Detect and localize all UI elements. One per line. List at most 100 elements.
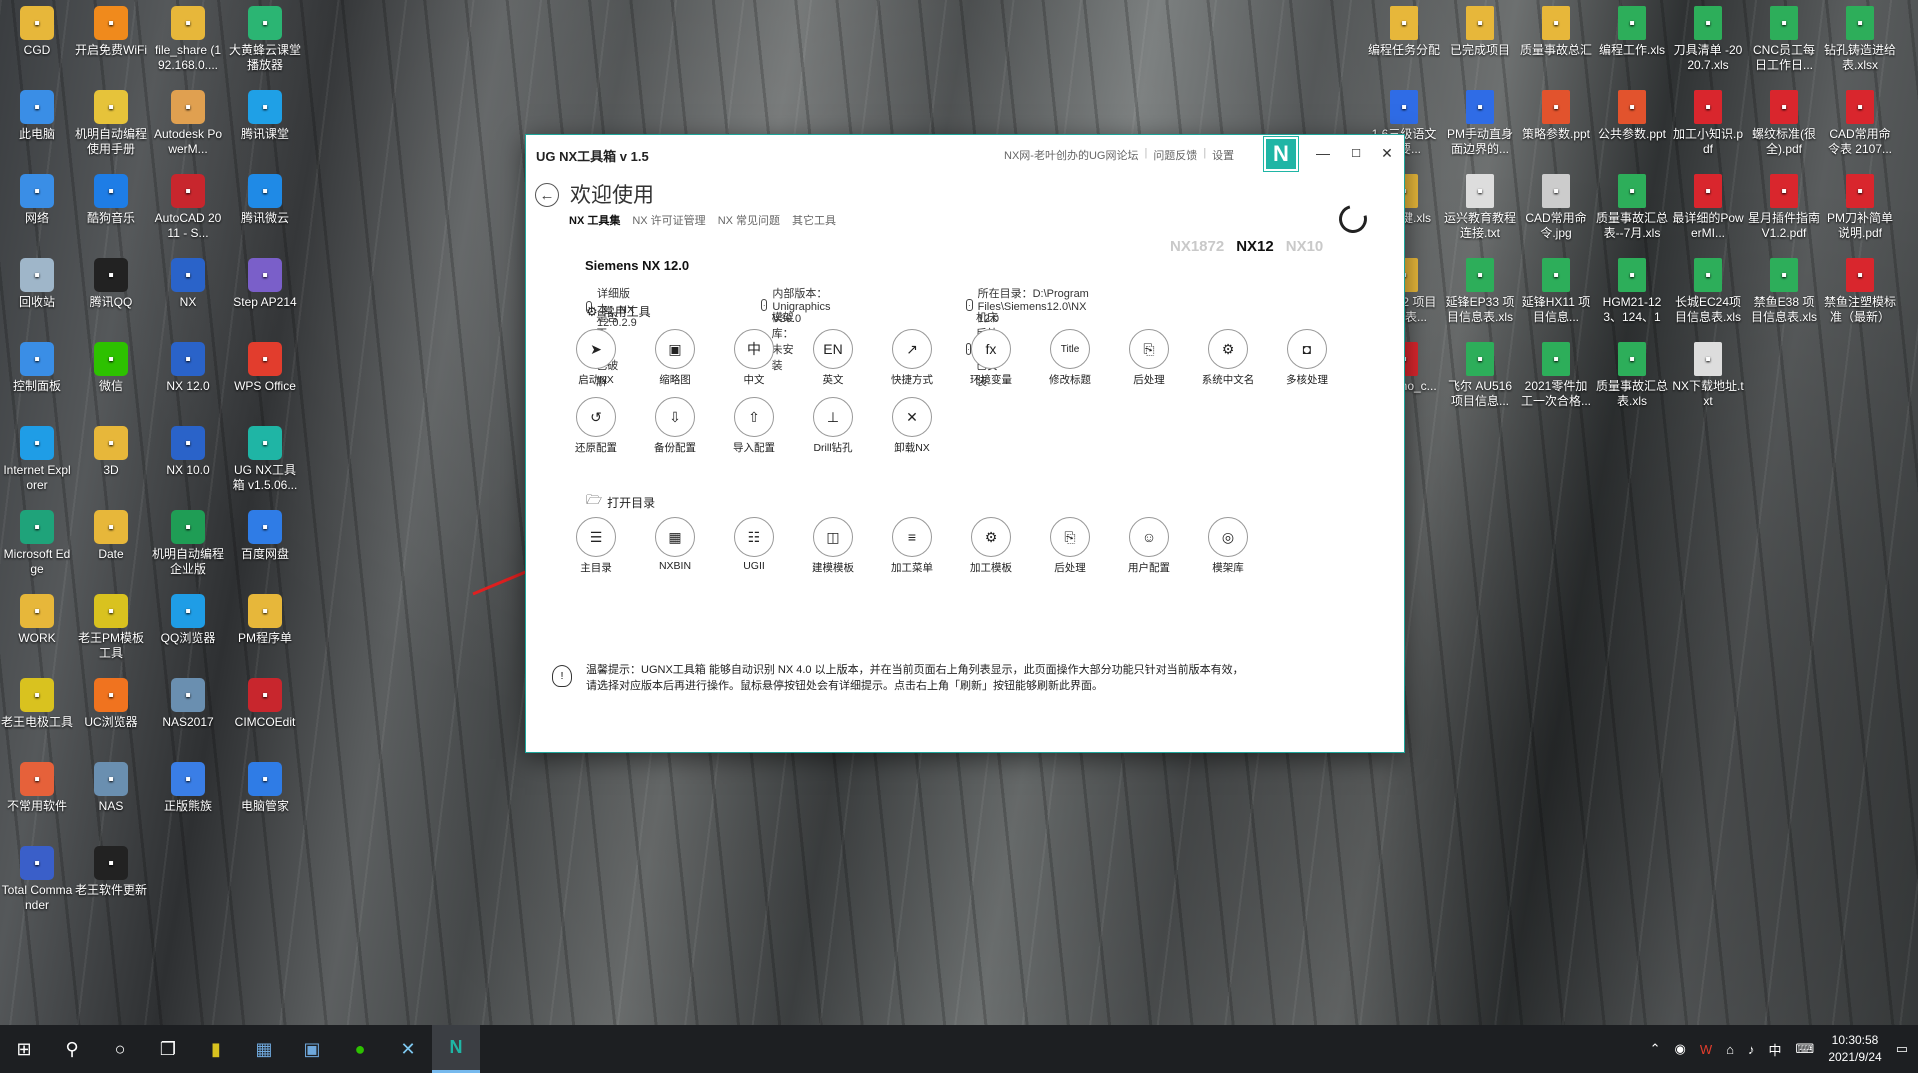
tool-shortcut-button[interactable]: ↗ 快捷方式 — [877, 329, 947, 387]
settings-link[interactable]: 设置 — [1212, 147, 1234, 163]
minimize-button[interactable]: — — [1308, 139, 1338, 167]
tray-app-icon[interactable]: ◉ — [1675, 1041, 1686, 1057]
tool-modeling-template-button[interactable]: ◫ 建模模板 — [798, 517, 868, 575]
desktop-icon[interactable]: ▪ Autodesk PowerM... — [152, 90, 224, 159]
desktop-icon[interactable]: ▪ 钻孔铸造进给表.xlsx — [1824, 6, 1896, 75]
version-nx12[interactable]: NX12 — [1236, 238, 1274, 255]
tool-drill-button[interactable]: ⊥ Drill钻孔 — [798, 397, 868, 455]
desktop-icon[interactable]: ▪ Total Commander — [1, 846, 73, 915]
search-icon[interactable]: ⚲ — [48, 1025, 96, 1073]
tool-ugii-button[interactable]: ☷ UGII — [719, 517, 789, 572]
tab-license[interactable]: NX 许可证管理 — [632, 212, 705, 228]
desktop-icon[interactable]: ▪ 腾讯QQ — [75, 258, 147, 327]
desktop-icon[interactable]: ▪ WORK — [1, 594, 73, 663]
tool-multicore-button[interactable]: ◘ 多核处理 — [1272, 329, 1342, 387]
desktop-icon[interactable]: ▪ 已完成项目 — [1444, 6, 1516, 75]
desktop-icon[interactable]: ▪ PM程序单 — [229, 594, 301, 663]
tab-other-tools[interactable]: 其它工具 — [792, 212, 836, 228]
tool-uninstall-nx-button[interactable]: ✕ 卸载NX — [877, 397, 947, 455]
desktop-icon[interactable]: ▪ 老王PM模板工具 — [75, 594, 147, 663]
desktop-icon[interactable]: ▪ 老王电极工具 — [1, 678, 73, 747]
desktop-icon[interactable]: ▪ 微信 — [75, 342, 147, 411]
tool-system-chinese-name-button[interactable]: ⚙ 系统中文名 — [1193, 329, 1263, 387]
desktop-icon[interactable]: ▪ Date — [75, 510, 147, 579]
tool-machining-template-button[interactable]: ⚙ 加工模板 — [956, 517, 1026, 575]
desktop-icon[interactable]: ▪ 不常用软件 — [1, 762, 73, 831]
tool-edit-title-button[interactable]: Title 修改标题 — [1035, 329, 1105, 387]
desktop-icon[interactable]: ▪ 编程任务分配 — [1368, 6, 1440, 75]
desktop-icon[interactable]: ▪ 最详细的PowerMI... — [1672, 174, 1744, 243]
desktop-icon[interactable]: ▪ NX — [152, 258, 224, 327]
chevron-up-icon[interactable]: ⌃ — [1650, 1041, 1661, 1057]
desktop-icon[interactable]: ▪ 质量事故汇总表.xls — [1596, 342, 1668, 411]
desktop-icon[interactable]: ▪ 百度网盘 — [229, 510, 301, 579]
browser-icon[interactable]: ✕ — [384, 1025, 432, 1073]
desktop-icon[interactable]: ▪ file_share (192.168.0.... — [152, 6, 224, 75]
tool-chinese-button[interactable]: 中中文 — [719, 329, 789, 387]
version-nx10[interactable]: NX10 — [1286, 238, 1324, 255]
tool-machining-menu-button[interactable]: ≡ 加工菜单 — [877, 517, 947, 575]
calculator-icon[interactable]: ▦ — [240, 1025, 288, 1073]
tool-thumbnail-button[interactable]: ▣ 缩略图 — [640, 329, 710, 387]
desktop-icon[interactable]: ▪ 加工小知识.pdf — [1672, 90, 1744, 159]
desktop-icon[interactable]: ▪ CAD常用命令.jpg — [1520, 174, 1592, 243]
desktop-icon[interactable]: ▪ NX下载地址.txt — [1672, 342, 1744, 411]
desktop-icon[interactable]: ▪ UC浏览器 — [75, 678, 147, 747]
desktop-icon[interactable]: ▪ 飞尔 AU516 项目信息... — [1444, 342, 1516, 411]
desktop-icon[interactable]: ▪ NAS — [75, 762, 147, 831]
tool-main-dir-button[interactable]: ☰ 主目录 — [561, 517, 631, 575]
desktop-icon[interactable]: ▪ 老王软件更新 — [75, 846, 147, 915]
tool-mold-library-button[interactable]: ◎ 模架库 — [1193, 517, 1263, 575]
desktop-icon[interactable]: ▪ 质量事故汇总表--7月.xls — [1596, 174, 1668, 243]
desktop-icon[interactable]: ▪ 电脑管家 — [229, 762, 301, 831]
desktop-icon[interactable]: ▪ UG NX工具箱 v1.5.06... — [229, 426, 301, 495]
desktop-icon[interactable]: ▪ 大黄蜂云课堂播放器 — [229, 6, 301, 75]
tool-backup-config-button[interactable]: ⇩ 备份配置 — [640, 397, 710, 455]
back-arrow-icon[interactable]: ← — [535, 183, 559, 207]
desktop-icon[interactable]: ▪ 禁鱼注塑模标准（最新） — [1824, 258, 1896, 327]
feedback-link[interactable]: 问题反馈 — [1153, 147, 1197, 163]
pm-tool-icon[interactable]: ▮ — [192, 1025, 240, 1073]
save-icon[interactable]: ▣ — [288, 1025, 336, 1073]
desktop-icon[interactable]: ▪ 运兴教育教程连接.txt — [1444, 174, 1516, 243]
desktop-icon[interactable]: ▪ 螺纹标准(很全).pdf — [1748, 90, 1820, 159]
desktop-icon[interactable]: ▪ NX 12.0 — [152, 342, 224, 411]
desktop-icon[interactable]: ▪ 禁鱼E38 项目信息表.xls — [1748, 258, 1820, 327]
desktop-icon[interactable]: ▪ 正版熊族 — [152, 762, 224, 831]
tool-nxbin-button[interactable]: ▦ NXBIN — [640, 517, 710, 572]
desktop-icon[interactable]: ▪HGM21-123、124、12... — [1596, 258, 1668, 327]
desktop-icon[interactable]: ▪ NX 10.0 — [152, 426, 224, 495]
ugnx-toolbox-icon[interactable]: N — [432, 1025, 480, 1073]
desktop-icon[interactable]: ▪ PM手动直身面边界的... — [1444, 90, 1516, 159]
tool-restore-config-button[interactable]: ↺ 还原配置 — [561, 397, 631, 455]
desktop-icon[interactable]: ▪ CNC员工每日工作日... — [1748, 6, 1820, 75]
desktop-icon[interactable]: ▪ 策略参数.ppt — [1520, 90, 1592, 159]
desktop-icon[interactable]: ▪ 延锋EP33 项目信息表.xls — [1444, 258, 1516, 327]
wps-tray-icon[interactable]: W — [1700, 1042, 1712, 1057]
task-view-icon[interactable]: ❐ — [144, 1025, 192, 1073]
desktop-icon[interactable]: ▪ 开启免费WiFi — [75, 6, 147, 75]
desktop-icon[interactable]: ▪ CIMCOEdit — [229, 678, 301, 747]
tool-launch-nx-button[interactable]: ➤ 启动NX — [561, 329, 631, 387]
desktop-icon[interactable]: ▪ 回收站 — [1, 258, 73, 327]
start-icon[interactable]: ⊞ — [0, 1025, 48, 1073]
desktop-icon[interactable]: ▪ CAD常用命令表 2107... — [1824, 90, 1896, 159]
desktop-icon[interactable]: ▪ 刀具清单 -2020.7.xls — [1672, 6, 1744, 75]
tool-english-button[interactable]: EN 英文 — [798, 329, 868, 387]
desktop-icon[interactable]: ▪ 腾讯微云 — [229, 174, 301, 243]
desktop-icon[interactable]: ▪ NAS2017 — [152, 678, 224, 747]
desktop-icon[interactable]: ▪ 编程工作.xls — [1596, 6, 1668, 75]
tab-nx-tools[interactable]: NX 工具集 — [569, 212, 620, 228]
ime-indicator[interactable]: 中 — [1769, 1040, 1782, 1059]
desktop-icon[interactable]: ▪ 网络 — [1, 174, 73, 243]
maximize-button[interactable]: ☐ — [1341, 139, 1371, 167]
desktop-icon[interactable]: ▪ AutoCAD 2011 - S... — [152, 174, 224, 243]
network-icon[interactable]: ⌂ — [1726, 1042, 1734, 1057]
desktop-icon[interactable]: ▪ 腾讯课堂 — [229, 90, 301, 159]
wechat-icon[interactable]: ● — [336, 1025, 384, 1073]
desktop-icon[interactable]: ▪ 质量事故总汇 — [1520, 6, 1592, 75]
tool-import-config-button[interactable]: ⇧ 导入配置 — [719, 397, 789, 455]
desktop-icon[interactable]: ▪ 星月插件指南 V1.2.pdf — [1748, 174, 1820, 243]
desktop-icon[interactable]: ▪ 此电脑 — [1, 90, 73, 159]
desktop-icon[interactable]: ▪ Microsoft Edge — [1, 510, 73, 579]
